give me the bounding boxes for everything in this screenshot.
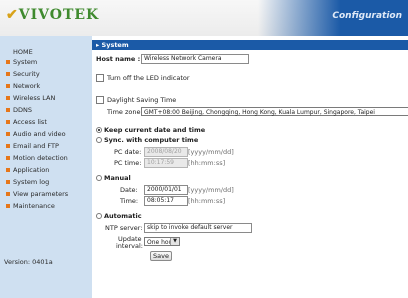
timezone-select[interactable]: GMT+08:00 Beijing, Chongqing, Hong Kong,… — [141, 107, 408, 116]
bullet-icon — [6, 120, 10, 124]
sidebar-item-label: Motion detection — [13, 154, 68, 162]
bullet-icon — [6, 168, 10, 172]
vivotek-logo: ✔VIVOTEK — [6, 7, 99, 23]
pc-time-hint: [hh:mm:ss] — [188, 159, 226, 167]
pc-date-label: PC date: — [114, 148, 142, 156]
sidebar-item-label: Network — [13, 82, 41, 90]
timezone-value: GMT+08:00 Beijing, Chongqing, Hong Kong,… — [144, 109, 375, 116]
sidebar-item-security[interactable]: Security — [6, 69, 40, 79]
bullet-icon — [6, 180, 10, 184]
sidebar-item-label: Email and FTP — [13, 142, 59, 150]
sidebar-item-label: HOME — [13, 48, 33, 56]
sidebar-item-label: Access list — [13, 118, 47, 126]
date-label: Date: — [120, 186, 138, 194]
keep-time-label: Keep current date and time — [104, 126, 206, 134]
bullet-icon — [6, 156, 10, 160]
sidebar-item-home[interactable]: HOME — [13, 47, 33, 57]
bullet-icon — [6, 144, 10, 148]
update-interval-select[interactable]: One hour ▼ — [144, 237, 180, 246]
sidebar-item-label: Maintenance — [13, 202, 55, 210]
host-name-input[interactable]: Wireless Network Camera — [141, 54, 249, 64]
manual-radio[interactable] — [96, 175, 102, 181]
sidebar-item-label: Audio and video — [13, 130, 66, 138]
sidebar-item-label: Wireless LAN — [13, 94, 56, 102]
configuration-banner: Configuration — [258, 0, 408, 36]
sidebar-item-label: System log — [13, 178, 50, 186]
led-off-checkbox[interactable] — [96, 74, 104, 82]
automatic-radio[interactable] — [96, 213, 102, 219]
sidebar-item-label: Application — [13, 166, 50, 174]
date-hint: [yyyy/mm/dd] — [188, 186, 234, 194]
sidebar-nav: HOME System Security Network Wireless LA… — [0, 36, 92, 298]
pc-time-label: PC time: — [114, 159, 142, 167]
sidebar-item-system-log[interactable]: System log — [6, 177, 49, 187]
logo-text: VIVOTEK — [18, 7, 100, 23]
timezone-label: Time zone: — [107, 108, 143, 116]
update-interval-label-2: interval: — [116, 242, 143, 250]
sidebar-item-label: Security — [13, 70, 40, 78]
bullet-icon — [6, 72, 10, 76]
time-label: Time: — [120, 197, 139, 205]
sidebar-item-system[interactable]: System — [6, 57, 37, 67]
sidebar-item-motion-detection[interactable]: Motion detection — [6, 153, 68, 163]
ntp-server-input[interactable]: skip to invoke default server — [144, 223, 252, 233]
main-panel: ▸ System Host name : Wireless Network Ca… — [92, 36, 408, 298]
sidebar-item-view-parameters[interactable]: View parameters — [6, 189, 68, 199]
ntp-server-label: NTP server: — [105, 224, 143, 232]
save-button[interactable]: Save — [150, 251, 172, 261]
configuration-title: Configuration — [332, 11, 402, 21]
sidebar-item-wireless-lan[interactable]: Wireless LAN — [6, 93, 55, 103]
sidebar-item-email-ftp[interactable]: Email and FTP — [6, 141, 59, 151]
bullet-icon — [6, 96, 10, 100]
led-off-label: Turn off the LED indicator — [107, 74, 190, 82]
pc-date-input: 2008/08/20 — [144, 147, 188, 157]
sidebar-item-label: DDNS — [13, 106, 32, 114]
dst-checkbox[interactable] — [96, 96, 104, 104]
logo-check-icon: ✔ — [6, 7, 19, 23]
manual-label: Manual — [104, 174, 131, 182]
sidebar-item-application[interactable]: Application — [6, 165, 49, 175]
firmware-version: Version: 0401a — [4, 258, 53, 266]
sidebar-item-access-list[interactable]: Access list — [6, 117, 47, 127]
host-name-label: Host name : — [96, 55, 141, 63]
pc-time-input: 10:17:59 — [144, 158, 188, 168]
sidebar-item-ddns[interactable]: DDNS — [6, 105, 32, 115]
bullet-icon — [6, 84, 10, 88]
bullet-icon — [6, 132, 10, 136]
page-header: ✔VIVOTEK Configuration — [0, 0, 408, 36]
bullet-icon — [6, 60, 10, 64]
bullet-icon — [6, 204, 10, 208]
bullet-icon — [6, 108, 10, 112]
date-input[interactable]: 2000/01/01 — [144, 185, 188, 195]
automatic-label: Automatic — [104, 212, 142, 220]
chevron-down-icon: ▼ — [170, 238, 179, 245]
sidebar-item-label: System — [13, 58, 38, 66]
dst-label: Daylight Saving Time — [107, 96, 177, 104]
sync-pc-radio[interactable] — [96, 137, 102, 143]
keep-time-radio[interactable] — [96, 127, 102, 133]
sidebar-item-network[interactable]: Network — [6, 81, 40, 91]
sidebar-item-label: View parameters — [13, 190, 69, 198]
sidebar-item-maintenance[interactable]: Maintenance — [6, 201, 55, 211]
time-input[interactable]: 08:05:17 — [144, 196, 188, 206]
time-hint: [hh:mm:ss] — [188, 197, 226, 205]
section-title-text: System — [101, 41, 129, 49]
bullet-icon — [6, 192, 10, 196]
sidebar-item-audio-video[interactable]: Audio and video — [6, 129, 66, 139]
sync-pc-label: Sync. with computer time — [104, 136, 199, 144]
section-title: ▸ System — [92, 40, 408, 50]
pc-date-hint: [yyyy/mm/dd] — [188, 148, 234, 156]
